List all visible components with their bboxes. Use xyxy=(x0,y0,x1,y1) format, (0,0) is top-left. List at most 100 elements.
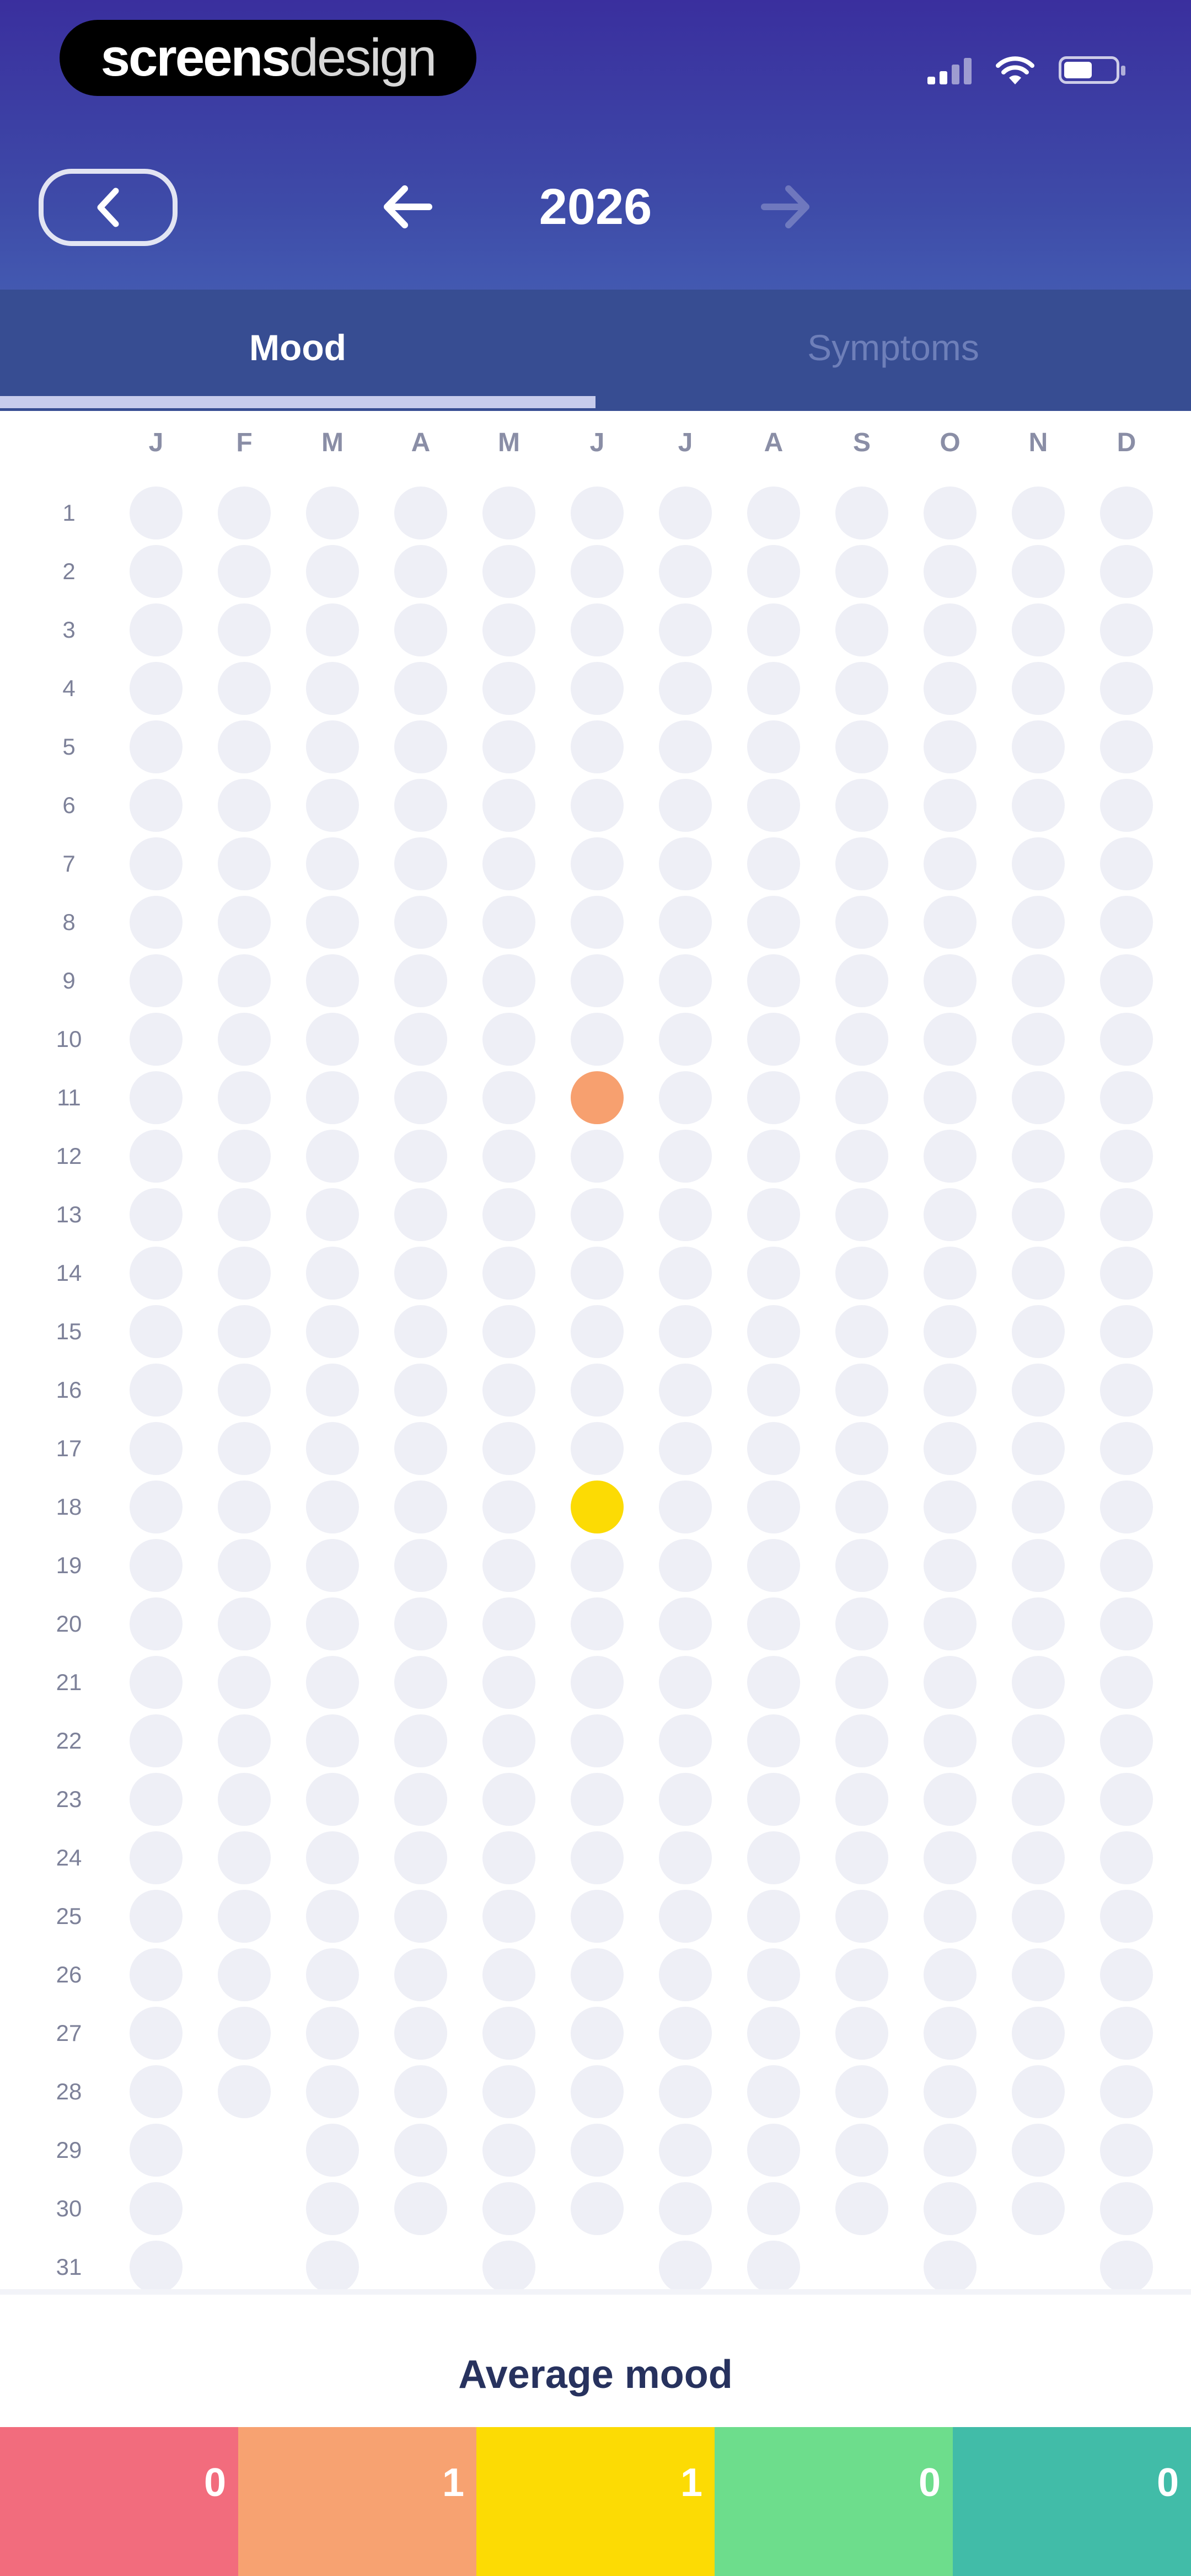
day-dot[interactable] xyxy=(1012,662,1065,715)
day-dot[interactable] xyxy=(835,954,888,1007)
day-dot[interactable] xyxy=(394,1948,447,2001)
day-dot[interactable] xyxy=(394,1422,447,1475)
day-dot[interactable] xyxy=(482,487,535,539)
day-dot[interactable] xyxy=(1012,1773,1065,1826)
day-dot[interactable] xyxy=(1012,1831,1065,1884)
day-dot[interactable] xyxy=(482,545,535,598)
day-dot[interactable] xyxy=(482,1130,535,1183)
day-dot[interactable] xyxy=(482,2065,535,2118)
day-dot[interactable] xyxy=(571,1831,624,1884)
day-dot[interactable] xyxy=(394,545,447,598)
day-dot[interactable] xyxy=(659,1422,712,1475)
day-dot[interactable] xyxy=(1100,954,1153,1007)
day-dot[interactable] xyxy=(394,487,447,539)
day-dot[interactable] xyxy=(571,2007,624,2060)
day-dot[interactable] xyxy=(747,896,800,949)
day-dot[interactable] xyxy=(394,1364,447,1417)
day-dot[interactable] xyxy=(747,1422,800,1475)
day-dot[interactable] xyxy=(1012,1597,1065,1650)
day-dot[interactable] xyxy=(218,1188,271,1241)
day-dot[interactable] xyxy=(924,779,977,832)
day-dot[interactable] xyxy=(659,837,712,890)
day-dot[interactable] xyxy=(306,1188,359,1241)
day-dot[interactable] xyxy=(130,896,183,949)
day-dot[interactable] xyxy=(1012,1656,1065,1709)
day-dot[interactable] xyxy=(482,662,535,715)
day-dot[interactable] xyxy=(394,603,447,656)
day-dot[interactable] xyxy=(306,1130,359,1183)
day-dot[interactable] xyxy=(130,837,183,890)
day-dot[interactable] xyxy=(571,545,624,598)
day-dot[interactable] xyxy=(130,1656,183,1709)
day-dot[interactable] xyxy=(571,2124,624,2177)
day-dot[interactable] xyxy=(571,1422,624,1475)
day-dot[interactable] xyxy=(130,1714,183,1767)
day-dot[interactable] xyxy=(747,1305,800,1358)
day-dot[interactable] xyxy=(218,1071,271,1124)
day-dot[interactable] xyxy=(1012,1305,1065,1358)
day-dot[interactable] xyxy=(1100,1948,1153,2001)
day-dot[interactable] xyxy=(835,1013,888,1066)
day-dot[interactable] xyxy=(924,1831,977,1884)
day-dot[interactable] xyxy=(1100,1773,1153,1826)
day-dot[interactable] xyxy=(1012,1013,1065,1066)
day-dot[interactable] xyxy=(924,1714,977,1767)
day-dot[interactable] xyxy=(835,603,888,656)
day-dot[interactable] xyxy=(394,954,447,1007)
day-dot[interactable] xyxy=(747,1481,800,1533)
day-dot[interactable] xyxy=(218,1831,271,1884)
mood-entry-dot[interactable] xyxy=(571,1481,624,1533)
day-dot[interactable] xyxy=(1100,662,1153,715)
day-dot[interactable] xyxy=(306,1890,359,1943)
day-dot[interactable] xyxy=(394,1890,447,1943)
day-dot[interactable] xyxy=(482,603,535,656)
day-dot[interactable] xyxy=(306,1831,359,1884)
day-dot[interactable] xyxy=(306,896,359,949)
day-dot[interactable] xyxy=(659,1714,712,1767)
day-dot[interactable] xyxy=(482,954,535,1007)
day-dot[interactable] xyxy=(394,2007,447,2060)
day-dot[interactable] xyxy=(1100,1597,1153,1650)
day-dot[interactable] xyxy=(659,487,712,539)
day-dot[interactable] xyxy=(1100,720,1153,773)
day-dot[interactable] xyxy=(1012,1422,1065,1475)
day-dot[interactable] xyxy=(924,603,977,656)
day-dot[interactable] xyxy=(482,2182,535,2235)
day-dot[interactable] xyxy=(218,720,271,773)
arrow-left-icon[interactable] xyxy=(380,182,433,232)
day-dot[interactable] xyxy=(659,896,712,949)
day-dot[interactable] xyxy=(218,837,271,890)
day-dot[interactable] xyxy=(306,1481,359,1533)
day-dot[interactable] xyxy=(1100,1130,1153,1183)
day-dot[interactable] xyxy=(306,1773,359,1826)
day-dot[interactable] xyxy=(482,837,535,890)
day-dot[interactable] xyxy=(306,1071,359,1124)
day-dot[interactable] xyxy=(482,2007,535,2060)
day-dot[interactable] xyxy=(924,2124,977,2177)
day-dot[interactable] xyxy=(482,779,535,832)
day-dot[interactable] xyxy=(306,1422,359,1475)
tab-mood[interactable]: Mood xyxy=(0,290,596,405)
day-dot[interactable] xyxy=(1100,779,1153,832)
day-dot[interactable] xyxy=(1100,2124,1153,2177)
day-dot[interactable] xyxy=(924,1247,977,1300)
day-dot[interactable] xyxy=(130,1948,183,2001)
day-dot[interactable] xyxy=(306,1539,359,1592)
day-dot[interactable] xyxy=(130,1890,183,1943)
day-dot[interactable] xyxy=(306,603,359,656)
day-dot[interactable] xyxy=(394,2124,447,2177)
day-dot[interactable] xyxy=(571,487,624,539)
day-dot[interactable] xyxy=(659,1948,712,2001)
day-dot[interactable] xyxy=(1012,720,1065,773)
day-dot[interactable] xyxy=(130,1130,183,1183)
day-dot[interactable] xyxy=(747,720,800,773)
day-dot[interactable] xyxy=(571,1247,624,1300)
day-dot[interactable] xyxy=(1100,1364,1153,1417)
day-dot[interactable] xyxy=(659,1188,712,1241)
day-dot[interactable] xyxy=(659,1597,712,1650)
day-dot[interactable] xyxy=(747,603,800,656)
back-button[interactable] xyxy=(39,169,178,246)
day-dot[interactable] xyxy=(306,954,359,1007)
day-dot[interactable] xyxy=(394,1130,447,1183)
day-dot[interactable] xyxy=(835,1364,888,1417)
